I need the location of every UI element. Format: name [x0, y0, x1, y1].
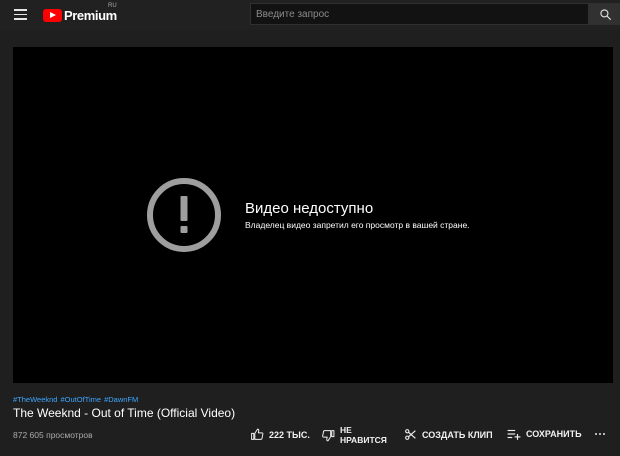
search-placeholder: Введите запрос — [256, 8, 330, 20]
search-input[interactable]: Введите запрос — [250, 3, 589, 25]
dislike-label-line1: НЕ — [340, 425, 352, 435]
search-button[interactable] — [589, 3, 620, 25]
dislike-button[interactable]: НЕ НРАВИТСЯ — [322, 425, 387, 445]
playlist-add-icon — [507, 429, 521, 440]
dislike-label-line2: НРАВИТСЯ — [340, 435, 387, 445]
logo-region: RU — [108, 3, 117, 9]
hashtag-link[interactable]: #DawnFM — [104, 395, 138, 404]
more-icon[interactable] — [594, 431, 608, 437]
like-button[interactable]: 222 ТЫС. — [250, 428, 310, 441]
save-label: СОХРАНИТЬ — [526, 429, 582, 439]
like-count: 222 ТЫС. — [269, 429, 310, 440]
hashtag-list: #TheWeeknd #OutOfTime #DawnFM — [13, 395, 141, 404]
scissors-icon — [405, 429, 416, 440]
create-clip-button[interactable]: СОЗДАТЬ КЛИП — [404, 428, 493, 441]
menu-icon[interactable] — [14, 9, 27, 20]
create-clip-label: СОЗДАТЬ КЛИП — [422, 429, 493, 440]
logo-text: Premium — [64, 7, 117, 23]
alert-icon — [147, 178, 221, 252]
youtube-premium-logo[interactable]: Premium RU — [43, 3, 117, 24]
hashtag-link[interactable]: #OutOfTime — [60, 395, 101, 404]
thumbs-up-icon — [251, 428, 264, 440]
video-player[interactable]: Видео недоступно Владелец видео запретил… — [13, 47, 613, 383]
error-title: Видео недоступно — [245, 200, 374, 217]
top-header: Premium RU Введите запрос — [0, 0, 620, 30]
search-icon — [600, 9, 611, 20]
hashtag-link[interactable]: #TheWeeknd — [13, 395, 57, 404]
youtube-play-icon — [43, 8, 62, 22]
video-title: The Weeknd - Out of Time (Official Video… — [13, 406, 236, 420]
view-count: 872 605 просмотров — [13, 430, 93, 440]
error-message: Владелец видео запретил его просмотр в в… — [245, 220, 470, 230]
save-button[interactable]: СОХРАНИТЬ — [507, 428, 582, 440]
thumbs-down-icon — [322, 429, 335, 441]
